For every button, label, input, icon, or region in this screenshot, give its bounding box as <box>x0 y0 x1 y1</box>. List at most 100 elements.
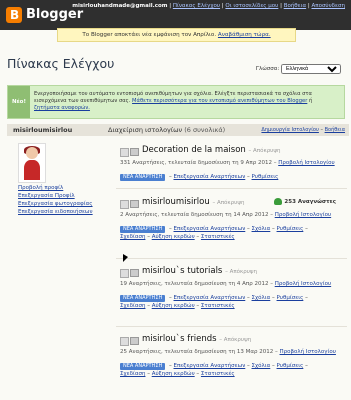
help-link[interactable]: Βοήθεια <box>284 3 306 9</box>
blog-title[interactable]: misirlou`s friends <box>142 334 217 344</box>
upgrade-notice: Το Blogger αποκτάει νέα εμφάνιση τον Απρ… <box>57 28 296 42</box>
hide-link[interactable]: – Απόκρυψη <box>225 269 257 275</box>
avatar[interactable] <box>18 143 46 183</box>
blog-meta-text: 19 Αναρτήσεις, τελευταία δημοσίευση τη 4… <box>120 281 273 287</box>
hide-link[interactable]: – Απόκρυψη <box>249 148 281 154</box>
new-post-button[interactable]: ΝΕΑ ΑΝΑΡΤΗΣΗ <box>120 226 166 233</box>
blog-title[interactable]: misirloumisirlou <box>142 197 210 207</box>
mouse-cursor-icon <box>123 254 128 262</box>
design-link[interactable]: Σχεδίαση <box>120 371 145 377</box>
readers-icon <box>274 198 283 205</box>
view-blog-link[interactable]: Προβολή Ιστολογίου <box>275 281 331 287</box>
stats-link[interactable]: Στατιστικές <box>201 234 235 240</box>
readers-text: 253 Αναγνώστες <box>284 199 336 205</box>
spam-learn-more-link[interactable]: Μάθετε περισσότερα για τον εντοπισμό ανε… <box>132 98 307 104</box>
hide-link[interactable]: – Απόκρυψη <box>212 200 244 206</box>
blog-name[interactable]: misirlou`s tutorials – Απόκρυψη <box>142 266 257 276</box>
earnings-link[interactable]: Αύξηση κερδών <box>152 234 195 240</box>
blogger-logo-icon[interactable]: B <box>6 7 22 23</box>
blog-header: misirlou`s friends – Απόκρυψη <box>120 334 348 346</box>
settings-link[interactable]: Ρυθμίσεις <box>277 295 304 301</box>
create-blog-link[interactable]: Δημιουργία Ιστολογίου <box>261 127 318 133</box>
hide-link[interactable]: – Απόκρυψη <box>219 337 251 343</box>
blog-header: Decoration de la maison – Απόκρυψη <box>120 145 348 157</box>
settings-link[interactable]: Ρυθμίσεις <box>277 363 304 369</box>
divider <box>116 326 347 327</box>
comments-link[interactable]: Σχόλια <box>252 363 271 369</box>
stats-link[interactable]: Στατιστικές <box>201 371 235 377</box>
my-sites-link[interactable]: Οι ιστοσελίδες μου <box>225 3 278 9</box>
folder-icon <box>130 337 139 345</box>
blog-name[interactable]: Decoration de la maison – Απόκρυψη <box>142 145 280 155</box>
blog-name[interactable]: misirlou`s friends – Απόκρυψη <box>142 334 251 344</box>
blog-meta: 19 Αναρτήσεις, τελευταία δημοσίευση τη 4… <box>120 281 348 287</box>
design-link[interactable]: Σχεδίαση <box>120 303 145 309</box>
view-blog-link[interactable]: Προβολή Ιστολογίου <box>278 160 334 166</box>
blog-checkbox-icon[interactable] <box>120 269 129 278</box>
blog-actions: ΝΕΑ ΑΝΑΡΤΗΣΗ – Επεξεργασία Αναρτήσεων – … <box>120 173 348 181</box>
sign-out-link[interactable]: Αποσύνδεση <box>312 3 346 9</box>
readers-count[interactable]: 253 Αναγνώστες <box>274 198 336 205</box>
edit-posts-link[interactable]: Επεξεργασία Αναρτήσεων <box>174 226 246 232</box>
new-post-button[interactable]: ΝΕΑ ΑΝΑΡΤΗΣΗ <box>120 174 166 181</box>
blog-meta-text: 2 Αναρτήσεις, τελευταία δημοσίευση τη 14… <box>120 212 273 218</box>
settings-link[interactable]: Ρυθμίσεις <box>252 174 279 180</box>
blogs-help-link[interactable]: Βοήθεια <box>325 127 345 133</box>
avatar-dress <box>24 160 40 180</box>
earnings-link[interactable]: Αύξηση κερδών <box>152 371 195 377</box>
design-link[interactable]: Σχεδίαση <box>120 234 145 240</box>
new-post-button[interactable]: ΝΕΑ ΑΝΑΡΤΗΣΗ <box>120 295 166 302</box>
blog-name[interactable]: misirloumisirlou – Απόκρυψη <box>142 197 244 207</box>
stats-link[interactable]: Στατιστικές <box>201 303 235 309</box>
edit-profile-link[interactable]: Επεξεργασία Προφίλ <box>18 192 103 200</box>
settings-link[interactable]: Ρυθμίσεις <box>277 226 304 232</box>
spam-or: ή <box>309 98 313 104</box>
account-email: misirlouhandmade@gmail.com <box>72 3 168 9</box>
blog-checkbox-icon[interactable] <box>120 337 129 346</box>
blog-meta: 331 Αναρτήσεις, τελευταία δημοσίευση τη … <box>120 160 348 166</box>
page-title: Πίνακας Ελέγχου <box>7 56 115 71</box>
edit-posts-link[interactable]: Επεξεργασία Αναρτήσεων <box>174 174 246 180</box>
brand-name[interactable]: Blogger <box>26 7 83 22</box>
folder-icon <box>130 148 139 156</box>
blog-title[interactable]: Decoration de la maison <box>142 145 246 155</box>
new-post-button[interactable]: ΝΕΑ ΑΝΑΡΤΗΣΗ <box>120 363 166 370</box>
profile-username: misirloumisirlou <box>7 124 105 136</box>
edit-photo-link[interactable]: Επεξεργασία φωτογραφίας <box>18 200 103 208</box>
blog-actions: ΝΕΑ ΑΝΑΡΤΗΣΗ – Επεξεργασία Αναρτήσεων – … <box>120 226 308 240</box>
edit-notifications-link[interactable]: Επεξεργασία ειδοποιήσεων <box>18 208 103 216</box>
divider <box>116 258 347 259</box>
edit-posts-link[interactable]: Επεξεργασία Αναρτήσεων <box>174 295 246 301</box>
top-bar: B Blogger misirlouhandmade@gmail.com | Π… <box>0 0 351 30</box>
blog-checkbox-icon[interactable] <box>120 200 129 209</box>
spam-notice-text: Ενεργοποιήσαμε τον αυτόματο εντοπισμό αν… <box>34 91 339 112</box>
dashboard-link[interactable]: Πίνακας Ελέγχου <box>173 3 220 9</box>
upgrade-now-link[interactable]: Αναβάθμιση τώρα. <box>218 32 271 38</box>
language-select[interactable]: Ελληνικά <box>281 64 341 74</box>
blog-meta-text: 331 Αναρτήσεις, τελευταία δημοσίευση τη … <box>120 160 277 166</box>
blog-meta: 25 Αναρτήσεις, τελευταία δημοσίευση τη 1… <box>120 349 348 355</box>
blogs-header-links: Δημιουργία Ιστολογίου – Βοήθεια <box>261 127 345 133</box>
notice-text: Το Blogger αποκτάει νέα εμφάνιση τον Απρ… <box>82 32 217 38</box>
view-blog-link[interactable]: Προβολή Ιστολογίου <box>280 349 336 355</box>
blog-actions: ΝΕΑ ΑΝΑΡΤΗΣΗ – Επεξεργασία Αναρτήσεων – … <box>120 363 308 377</box>
earnings-link[interactable]: Αύξηση κερδών <box>152 303 195 309</box>
blog-item: misirlou`s friends – Απόκρυψη 25 Αναρτήσ… <box>120 334 348 378</box>
comments-link[interactable]: Σχόλια <box>252 295 271 301</box>
blog-item: misirlou`s tutorials – Απόκρυψη 19 Αναρτ… <box>120 266 348 310</box>
blog-checkbox-icon[interactable] <box>120 148 129 157</box>
view-blog-link[interactable]: Προβολή Ιστολογίου <box>275 212 331 218</box>
spam-report-link[interactable]: ζητήματα αναφορών. <box>34 105 90 111</box>
view-profile-link[interactable]: Προβολή προφίλ <box>18 184 103 192</box>
blog-meta-text: 25 Αναρτήσεις, τελευταία δημοσίευση τη 1… <box>120 349 278 355</box>
blog-title[interactable]: misirlou`s tutorials <box>142 266 222 276</box>
blogs-title: Διαχείριση ιστολογίων <box>108 126 183 134</box>
avatar-face <box>26 147 38 159</box>
comments-link[interactable]: Σχόλια <box>252 226 271 232</box>
blogs-header: Διαχείριση ιστολογίων (6 συνολικά) Δημιο… <box>102 124 349 136</box>
edit-posts-link[interactable]: Επεξεργασία Αναρτήσεων <box>174 363 246 369</box>
account-links: misirlouhandmade@gmail.com | Πίνακας Ελέ… <box>72 3 345 9</box>
spam-notice: Νέο! Ενεργοποιήσαμε τον αυτόματο εντοπισ… <box>7 85 345 119</box>
new-badge: Νέο! <box>8 86 30 118</box>
language-selector: Γλώσσα: Ελληνικά <box>256 64 341 74</box>
